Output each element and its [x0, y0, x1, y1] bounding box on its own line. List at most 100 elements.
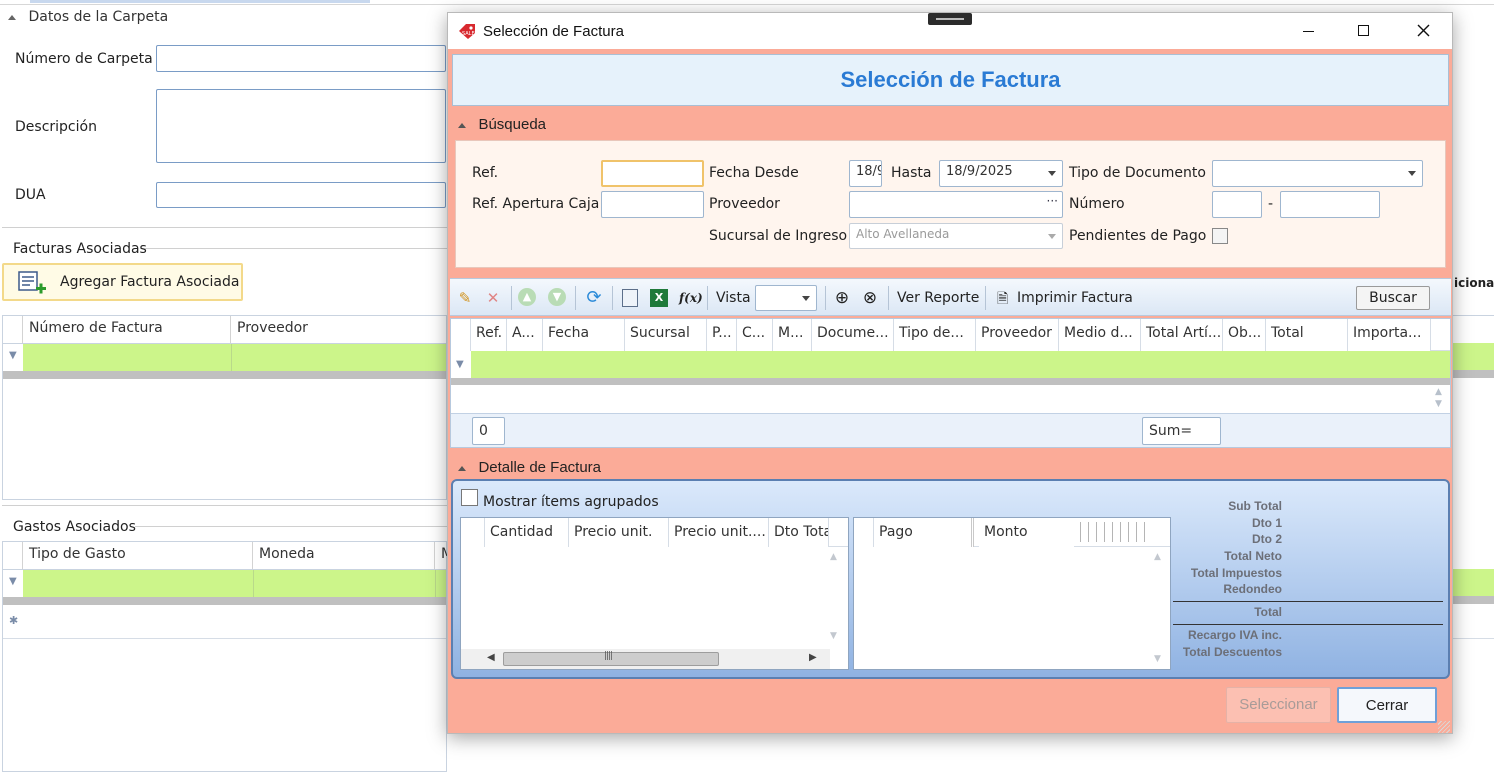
col-precio-unit[interactable]: Precio unit. [569, 518, 669, 547]
col-fecha[interactable]: Fecha [543, 319, 625, 351]
row-indicator-header [3, 542, 23, 569]
col-pago[interactable]: Pago [874, 518, 974, 547]
gastos-grid[interactable]: Tipo de Gasto Moneda M ▼ ✱ [2, 541, 447, 772]
proveedor-input[interactable]: ··· [849, 191, 1063, 218]
col-dto-total[interactable]: Dto Tota [769, 518, 829, 547]
facturas-result-grid[interactable]: Ref. A... Fecha Sucursal P... C... M... … [450, 318, 1451, 448]
filter-row[interactable]: ▼ [3, 344, 446, 371]
maximize-button[interactable] [1341, 13, 1387, 49]
banner-title: Selección de Factura [840, 67, 1061, 92]
scroll-left-icon[interactable]: ◀ [487, 652, 495, 663]
col-tipo-documento[interactable]: Tipo de... [894, 319, 976, 351]
col-m[interactable]: M... [773, 319, 812, 351]
filter-row[interactable]: ▼ [3, 570, 446, 597]
grid-scrollbar[interactable]: ▲ ▼ [1431, 387, 1449, 411]
total-neto-label: Total Neto [1224, 549, 1282, 563]
printer-icon: 🗎 [997, 291, 1009, 307]
col-monto[interactable]: Monto [979, 518, 1074, 547]
buscar-button[interactable]: Buscar [1356, 286, 1430, 310]
scroll-up-icon[interactable]: ▲ [1154, 552, 1161, 562]
detalle-header[interactable]: Detalle de Factura [458, 459, 601, 476]
tipo-documento-select[interactable] [1212, 160, 1423, 187]
col-observaciones[interactable]: Ob... [1223, 319, 1266, 351]
col-importado[interactable]: Importa... [1348, 319, 1431, 351]
divider [707, 286, 708, 310]
sucursal-select[interactable]: Alto Avellaneda [849, 223, 1063, 249]
ref-apertura-input[interactable] [601, 191, 704, 218]
imprimir-factura-button[interactable]: Imprimir Factura [1017, 290, 1133, 306]
title-bar[interactable]: SALE Selección de Factura [448, 13, 1452, 49]
col-c[interactable]: C... [737, 319, 773, 351]
scroll-up-icon[interactable]: ▲ [1435, 387, 1442, 397]
mostrar-agrupados-checkbox[interactable] [461, 489, 478, 506]
excel-icon[interactable]: X [649, 288, 669, 308]
numero-carpeta-field[interactable] [156, 45, 446, 72]
refresh-icon[interactable]: ⟳ [584, 288, 604, 308]
items-grid[interactable]: Cantidad Precio unit. Precio unit.... Dt… [460, 517, 849, 670]
formula-icon[interactable]: f(x) [679, 288, 703, 308]
new-row[interactable]: ✱ [3, 605, 446, 639]
seleccion-factura-dialog: SALE Selección de Factura Selección de F… [447, 12, 1453, 734]
col-m[interactable]: M [435, 542, 447, 569]
scroll-down-icon[interactable]: ▼ [1435, 399, 1442, 409]
col-sucursal[interactable]: Sucursal [625, 319, 707, 351]
result-filter-row[interactable]: ▼ [451, 351, 1450, 378]
chevron-down-icon [802, 296, 810, 301]
dua-field[interactable] [156, 182, 446, 208]
pagos-grid[interactable]: Pago Monto ▲ ▼ [853, 517, 1171, 670]
numero-input[interactable] [1280, 191, 1380, 218]
vista-select[interactable] [755, 285, 817, 311]
cerrar-button[interactable]: Cerrar [1337, 687, 1437, 723]
col-cantidad[interactable]: Cantidad [485, 518, 569, 547]
edit-icon[interactable]: ✎ [455, 288, 475, 308]
col-a[interactable]: A... [507, 319, 543, 351]
scroll-thumb[interactable]: |||| [503, 651, 719, 666]
zoom-in-icon[interactable]: ⊕ [832, 288, 852, 308]
datos-section-header[interactable]: Datos de la Carpeta [8, 9, 168, 25]
minimize-button[interactable] [1286, 13, 1332, 49]
col-proveedor[interactable]: Proveedor [231, 316, 446, 343]
move-down-icon[interactable]: ▼ [548, 288, 568, 308]
vista-label: Vista [716, 290, 751, 306]
col-tipo-gasto[interactable]: Tipo de Gasto [23, 542, 253, 569]
scroll-down-icon[interactable]: ▼ [1154, 654, 1161, 664]
hasta-value: 18/9/2025 [946, 164, 1013, 179]
busqueda-header[interactable]: Búsqueda [458, 116, 546, 133]
preview-icon[interactable] [620, 288, 640, 308]
col-documento[interactable]: Docume... [812, 319, 894, 351]
col-precio-unit-2[interactable]: Precio unit.... [669, 518, 769, 547]
scroll-down-icon[interactable]: ▼ [830, 631, 837, 641]
ref-input[interactable] [601, 160, 704, 187]
col-total[interactable]: Total [1266, 319, 1348, 351]
col-total-articulos[interactable]: Total Artí... [1141, 319, 1223, 351]
drag-handle[interactable] [928, 13, 972, 25]
move-down-glyph: ▼ [548, 288, 566, 306]
resize-grip[interactable] [1438, 721, 1450, 733]
close-icon [1417, 24, 1430, 37]
horizontal-scrollbar[interactable]: ◀ |||| ▶ [461, 649, 830, 669]
facturas-grid[interactable]: Número de Factura Proveedor ▼ [2, 315, 447, 500]
scroll-up-icon[interactable]: ▲ [830, 552, 837, 562]
agregar-factura-button[interactable]: Agregar Factura Asociada [2, 263, 243, 301]
col-numero-factura[interactable]: Número de Factura [23, 316, 231, 343]
col-ref[interactable]: Ref. [471, 319, 507, 351]
close-button[interactable] [1400, 13, 1446, 49]
delete-icon[interactable]: ✕ [483, 288, 503, 308]
seleccionar-button[interactable]: Seleccionar [1226, 687, 1331, 723]
numero-prefix-input[interactable] [1212, 191, 1262, 218]
hasta-date-picker[interactable]: 18/9/2025 [939, 160, 1063, 187]
col-moneda[interactable]: Moneda [253, 542, 435, 569]
fecha-desde-input[interactable]: 18/9 [849, 160, 882, 187]
col-p[interactable]: P... [707, 319, 737, 351]
col-proveedor[interactable]: Proveedor [976, 319, 1059, 351]
ver-reporte-button[interactable]: Ver Reporte [897, 290, 979, 306]
move-up-icon[interactable]: ▲ [518, 288, 538, 308]
col-medio[interactable]: Medio d... [1059, 319, 1141, 351]
pendientes-checkbox[interactable] [1212, 228, 1228, 244]
scroll-right-icon[interactable]: ▶ [809, 652, 817, 663]
descripcion-field[interactable] [156, 89, 446, 163]
zoom-reset-icon[interactable]: ⊗ [860, 288, 880, 308]
totals-panel: Sub Total Dto 1 Dto 2 Total Neto Total I… [1173, 499, 1445, 664]
proveedor-ellipsis-button[interactable]: ··· [1047, 194, 1058, 208]
divider [888, 286, 889, 310]
